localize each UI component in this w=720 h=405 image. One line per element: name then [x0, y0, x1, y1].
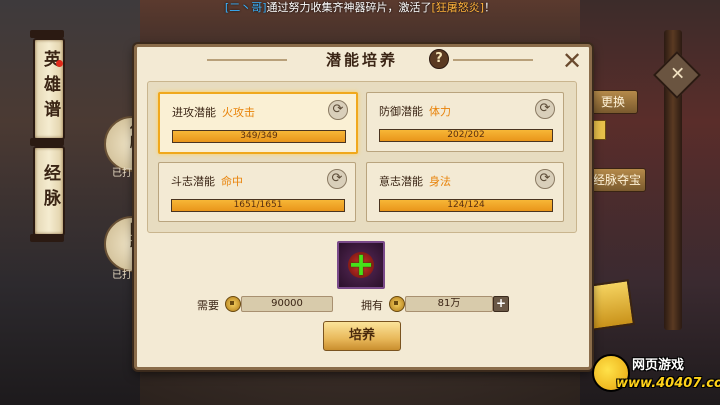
close-icon: ✕ [670, 63, 686, 85]
help-icon[interactable]: ? [429, 49, 449, 69]
potential-progress-bar: 124/124 [379, 199, 553, 212]
potential-value: 命中 [221, 175, 243, 188]
site-watermark-logo: 网页游戏 www.40407.com [592, 352, 720, 400]
watermark-url: www.40407.com [616, 376, 720, 391]
coin-icon [389, 296, 405, 312]
potential-progress-bar: 1651/1651 [171, 199, 345, 212]
title-decoration [207, 59, 287, 61]
potential-label: 防御潜能 [379, 105, 423, 118]
notice-artifact-name[interactable]: [狂屠怒炎] [432, 1, 485, 14]
add-material-icon: + [347, 245, 375, 283]
watermark-title: 网页游戏 [632, 358, 685, 373]
potential-value: 火攻击 [222, 106, 255, 119]
swap-button[interactable]: 更换 [588, 90, 638, 114]
potential-label: 斗志潜能 [171, 175, 215, 188]
scroll-item-icon[interactable] [585, 279, 635, 331]
scroll-cap [30, 30, 64, 38]
potential-label: 进攻潜能 [172, 106, 216, 119]
meridian-node-yinqiao-status: 已打 [112, 270, 132, 281]
refresh-icon[interactable]: ⟳ [328, 100, 348, 120]
potential-value: 体力 [429, 105, 451, 118]
notice-end: ！ [484, 1, 496, 14]
coin-icon [225, 296, 241, 312]
potential-card-defense[interactable]: 防御潜能 体力 ⟳ 202/202 [366, 92, 564, 152]
add-currency-button[interactable]: + [493, 296, 509, 312]
notice-player-tag[interactable]: [二丶哥] [225, 1, 267, 14]
potential-progress-bar: 202/202 [379, 129, 553, 142]
meridian-node-ren-status: 已打 [112, 168, 132, 179]
progress-text: 1651/1651 [233, 200, 283, 210]
system-notice: [二丶哥]通过努力收集齐神器碎片，激活了[狂屠怒炎]！ [0, 0, 720, 16]
have-value: 81万 [405, 296, 493, 312]
have-label: 拥有 [361, 299, 383, 312]
close-icon[interactable]: ✕ [561, 49, 583, 73]
need-label: 需要 [197, 299, 219, 312]
potential-value: 身法 [429, 175, 451, 188]
panel-title: 潜能培养 [325, 51, 398, 69]
refresh-icon[interactable]: ⟳ [535, 169, 555, 189]
tab-meridian-label: 经脉 [40, 164, 60, 214]
progress-text: 202/202 [447, 130, 485, 140]
scroll-cap [30, 234, 64, 242]
potential-card-attack[interactable]: 进攻潜能 火攻击 ⟳ 349/349 [158, 92, 358, 154]
refresh-icon[interactable]: ⟳ [535, 99, 555, 119]
tab-hero-list[interactable]: 英雄谱 [33, 38, 65, 140]
potential-card-fighting-spirit[interactable]: 斗志潜能 命中 ⟳ 1651/1651 [158, 162, 356, 222]
refresh-icon[interactable]: ⟳ [327, 169, 347, 189]
material-item-slot[interactable]: + [337, 241, 385, 289]
potential-progress-bar: 349/349 [172, 130, 346, 143]
need-value: 90000 [241, 296, 333, 312]
potential-training-panel: 潜能培养 ? ✕ 进攻潜能 火攻击 ⟳ 349/349 防御潜能 体力 ⟳ 202/… [134, 44, 592, 370]
potential-card-will[interactable]: 意志潜能 身法 ⟳ 124/124 [366, 162, 564, 222]
meridian-treasure-button[interactable]: 经脉夺宝 [588, 168, 646, 192]
background-scene-left [0, 0, 140, 405]
notice-text: 通过努力收集齐神器碎片，激活了 [266, 1, 432, 14]
potential-label: 意志潜能 [379, 175, 423, 188]
background-scene-right [580, 0, 720, 405]
notification-dot-icon [56, 60, 63, 67]
progress-text: 349/349 [240, 131, 278, 141]
scroll-cap [30, 138, 64, 146]
train-button[interactable]: 培养 [323, 321, 401, 351]
title-decoration [453, 59, 533, 61]
tab-meridian[interactable]: 经脉 [33, 146, 65, 236]
progress-text: 124/124 [447, 200, 485, 210]
potential-grid: 进攻潜能 火攻击 ⟳ 349/349 防御潜能 体力 ⟳ 202/202 斗志潜能命… [147, 81, 577, 233]
